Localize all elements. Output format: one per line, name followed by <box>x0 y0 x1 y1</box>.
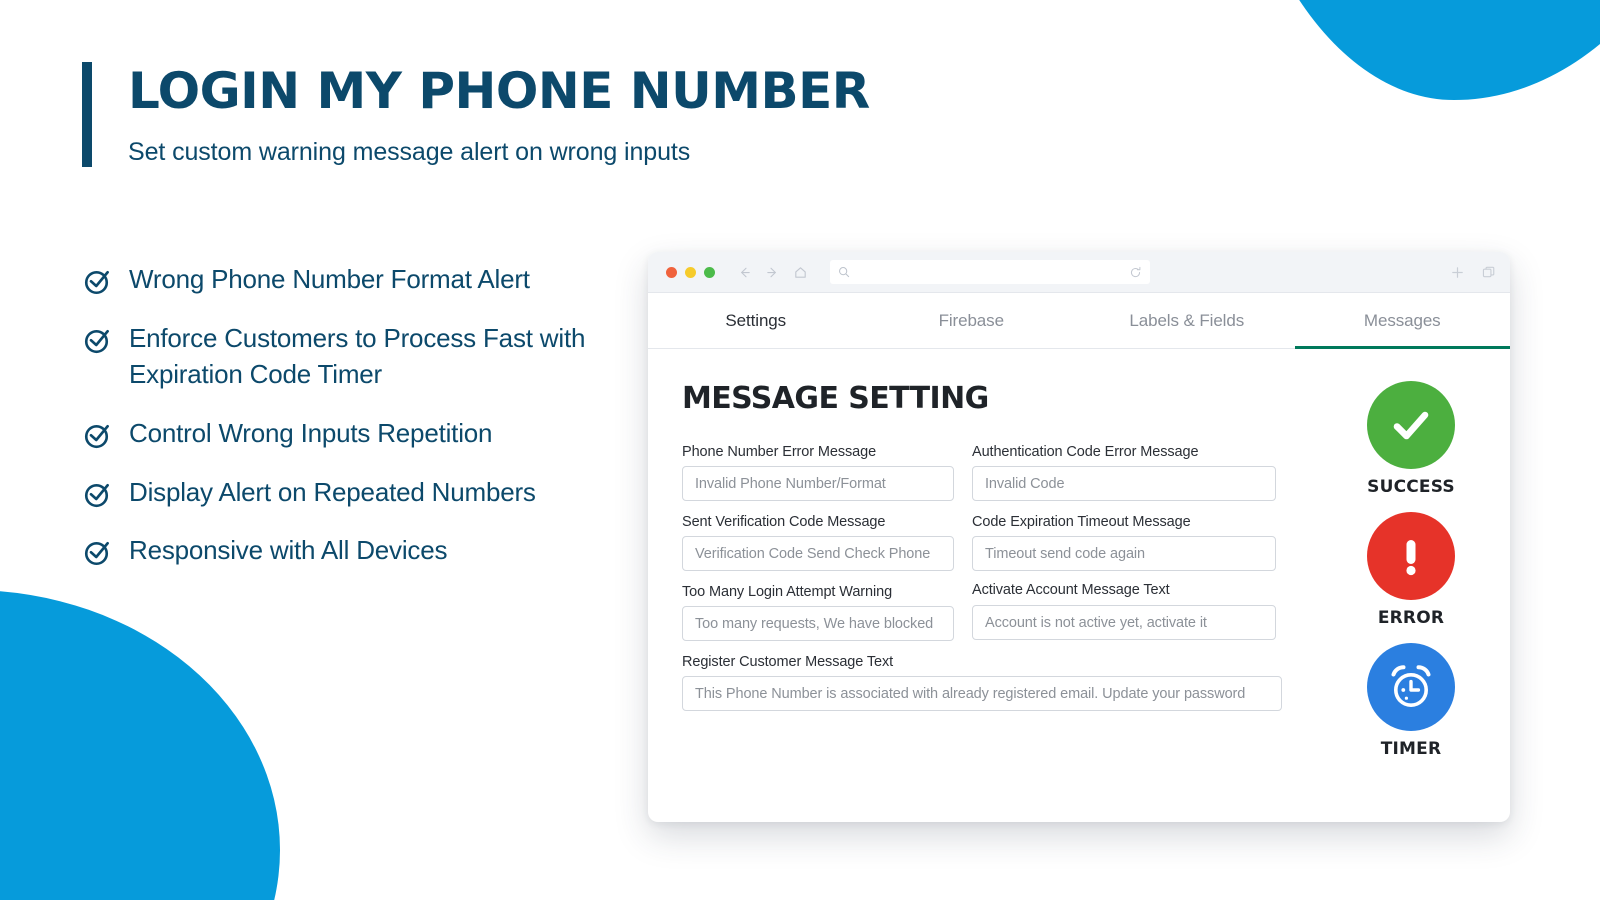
check-mark-icon <box>1384 398 1438 452</box>
tab-label: Messages <box>1363 310 1441 330</box>
tab-label: Firebase <box>938 310 1004 330</box>
browser-navigation <box>737 265 808 280</box>
plus-icon[interactable] <box>1450 265 1465 280</box>
poster-canvas: LOGIN MY PHONE NUMBER Set custom warning… <box>0 0 1600 900</box>
tab-firebase[interactable]: Firebase <box>864 293 1080 348</box>
decorative-blue-shape-top-right <box>1220 0 1600 100</box>
field-phone-number-error-message: Phone Number Error Message Invalid Phone… <box>682 444 954 501</box>
decorative-blue-shape-bottom-left <box>0 590 280 900</box>
minimize-window-button[interactable] <box>685 266 696 278</box>
field-label: Too Many Login Attempt Warning <box>682 584 893 600</box>
field-activate-account-message-text: Activate Account Message Text Account is… <box>972 582 1276 641</box>
browser-toolbar <box>648 252 1510 293</box>
address-bar[interactable] <box>830 260 1150 284</box>
status-label: SUCCESS <box>1367 477 1455 497</box>
exclamation-mark-icon <box>1384 529 1438 583</box>
list-item: Wrong Phone Number Format Alert <box>82 262 622 298</box>
check-circle-icon <box>82 326 112 356</box>
browser-window: Settings Firebase Labels & Fields Messag… <box>648 252 1510 822</box>
field-label: Code Expiration Timeout Message <box>972 514 1191 530</box>
field-too-many-login-attempt-warning: Too Many Login Attempt Warning Too many … <box>682 584 954 641</box>
authentication-code-error-message-input[interactable]: Invalid Code <box>972 466 1276 501</box>
back-arrow-icon[interactable] <box>737 265 752 280</box>
hero-heading-block: LOGIN MY PHONE NUMBER Set custom warning… <box>82 62 870 167</box>
check-circle-icon <box>82 480 112 510</box>
message-setting-panel: MESSAGE SETTING Phone Number Error Messa… <box>648 349 1510 822</box>
page-title: LOGIN MY PHONE NUMBER <box>128 62 870 120</box>
field-label: Activate Account Message Text <box>972 582 1170 598</box>
list-item-label: Wrong Phone Number Format Alert <box>129 264 530 294</box>
field-authentication-code-error-message: Authentication Code Error Message Invali… <box>972 444 1276 501</box>
heading-accent-bar <box>82 62 92 167</box>
field-sent-verification-code-message: Sent Verification Code Message Verificat… <box>682 514 954 571</box>
page-subtitle: Set custom warning message alert on wron… <box>128 138 691 166</box>
close-window-button[interactable] <box>666 266 677 278</box>
browser-toolbar-actions <box>1450 265 1496 280</box>
field-code-expiration-timeout-message: Code Expiration Timeout Message Timeout … <box>972 514 1276 571</box>
tab-bar: Settings Firebase Labels & Fields Messag… <box>648 293 1510 349</box>
tab-labels-and-fields[interactable]: Labels & Fields <box>1079 293 1295 348</box>
home-icon[interactable] <box>793 265 808 280</box>
tab-label: Settings <box>725 310 787 330</box>
field-label: Authentication Code Error Message <box>972 444 1199 460</box>
alarm-clock-icon <box>1382 658 1440 716</box>
status-error: ERROR <box>1367 512 1455 628</box>
maximize-window-button[interactable] <box>704 266 715 278</box>
error-badge <box>1367 512 1455 600</box>
status-icon-legend: SUCCESS ERROR TIMER <box>1346 381 1476 759</box>
status-label: TIMER <box>1380 739 1442 759</box>
check-circle-icon <box>82 538 112 568</box>
success-badge <box>1367 381 1455 469</box>
field-label: Register Customer Message Text <box>682 654 894 670</box>
register-customer-message-text-input[interactable]: This Phone Number is associated with alr… <box>682 676 1282 711</box>
activate-account-message-text-input[interactable]: Account is not active yet, activate it <box>972 605 1276 640</box>
forward-arrow-icon[interactable] <box>765 265 780 280</box>
list-item-label: Display Alert on Repeated Numbers <box>129 476 536 507</box>
list-item: Responsive with All Devices <box>82 533 622 569</box>
too-many-login-attempt-warning-input[interactable]: Too many requests, We have blocked <box>682 606 954 641</box>
tab-messages[interactable]: Messages <box>1294 293 1511 349</box>
list-item-label: Control Wrong Inputs Repetition <box>129 417 493 448</box>
sent-verification-code-message-input[interactable]: Verification Code Send Check Phone <box>682 536 954 571</box>
list-item: Enforce Customers to Process Fast with E… <box>82 321 622 393</box>
field-label: Sent Verification Code Message <box>682 514 886 530</box>
phone-number-error-message-input[interactable]: Invalid Phone Number/Format <box>682 466 954 501</box>
list-item-label: Responsive with All Devices <box>129 535 448 566</box>
check-circle-icon <box>82 421 112 451</box>
message-settings-form: Phone Number Error Message Invalid Phone… <box>682 444 1282 724</box>
timer-badge <box>1367 643 1455 731</box>
tab-label: Labels & Fields <box>1129 310 1245 330</box>
search-icon <box>838 266 850 278</box>
new-window-icon[interactable] <box>1481 265 1496 280</box>
reload-icon[interactable] <box>1129 266 1142 279</box>
field-label: Phone Number Error Message <box>682 444 877 460</box>
tab-settings[interactable]: Settings <box>648 293 864 348</box>
feature-list: Wrong Phone Number Format Alert Enforce … <box>82 262 622 569</box>
list-item: Control Wrong Inputs Repetition <box>82 416 622 452</box>
window-controls <box>666 266 715 278</box>
list-item: Display Alert on Repeated Numbers <box>82 475 622 511</box>
check-circle-icon <box>82 267 112 297</box>
field-register-customer-message-text: Register Customer Message Text This Phon… <box>682 654 1282 711</box>
status-label: ERROR <box>1377 608 1445 628</box>
code-expiration-timeout-message-input[interactable]: Timeout send code again <box>972 536 1276 571</box>
status-success: SUCCESS <box>1367 381 1455 497</box>
status-timer: TIMER <box>1367 643 1455 759</box>
list-item-label: Enforce Customers to Process Fast with E… <box>129 322 586 389</box>
